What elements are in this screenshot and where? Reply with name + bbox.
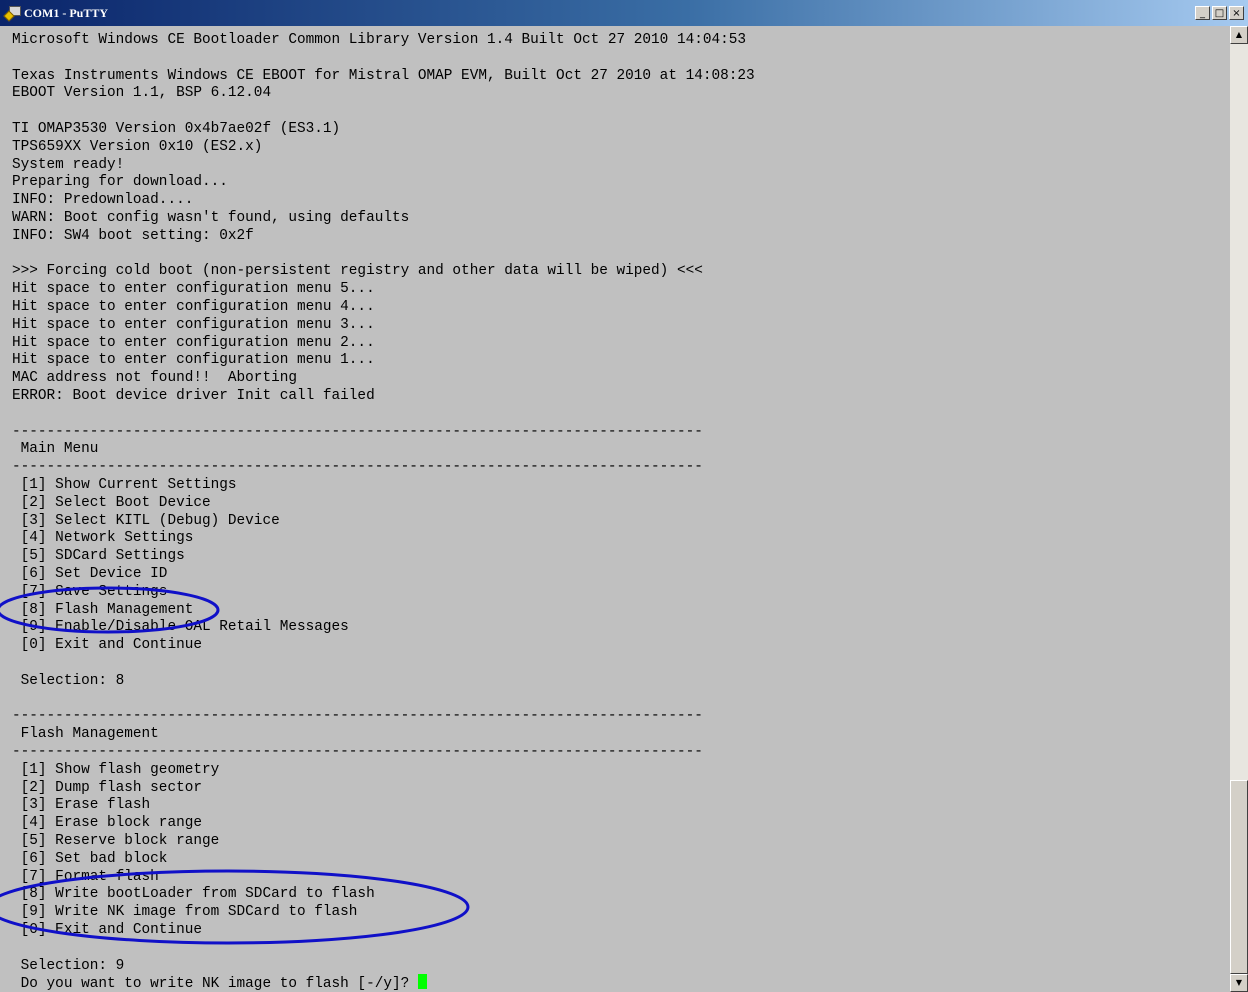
terminal-line: EBOOT Version 1.1, BSP 6.12.04 bbox=[12, 85, 272, 102]
terminal-line: Hit space to enter configuration menu 4.… bbox=[12, 299, 375, 315]
window-title: COM1 - PuTTY bbox=[24, 5, 108, 20]
terminal-line: [4] Network Settings bbox=[12, 530, 194, 547]
terminal-line: ERROR: Boot device driver Init call fail… bbox=[12, 388, 375, 404]
terminal-line: Hit space to enter configuration menu 3.… bbox=[12, 316, 375, 333]
terminal-screen[interactable]: Microsoft Windows CE Bootloader Common L… bbox=[0, 26, 1230, 992]
scrollbar-thumb[interactable] bbox=[1230, 780, 1248, 974]
scroll-down-arrow-icon[interactable]: ▼ bbox=[1230, 974, 1248, 992]
terminal-line: Microsoft Windows CE Bootloader Common L… bbox=[12, 32, 747, 48]
terminal-line: [9] Write NK image from SDCard to flash bbox=[12, 904, 358, 921]
terminal-line: INFO: Predownload.... bbox=[12, 192, 194, 209]
terminal-line: [5] Reserve block range bbox=[12, 833, 220, 849]
terminal-line: [0] Exit and Continue bbox=[12, 922, 202, 938]
terminal-line: [1] Show Current Settings bbox=[12, 477, 237, 493]
terminal-line: [9] Enable/Disable OAL Retail Messages bbox=[12, 619, 349, 636]
close-button[interactable]: × bbox=[1229, 6, 1244, 20]
terminal-line: [1] Show flash geometry bbox=[12, 761, 220, 778]
terminal-line: [8] Flash Management bbox=[12, 601, 194, 618]
terminal-line: Hit space to enter configuration menu 5.… bbox=[12, 281, 375, 298]
terminal-line: [7] Format flash bbox=[12, 868, 159, 885]
minimize-button[interactable]: _ bbox=[1195, 6, 1210, 20]
terminal-line: Preparing for download... bbox=[12, 174, 228, 191]
terminal-line: [3] Select KITL (Debug) Device bbox=[12, 512, 280, 529]
vertical-scrollbar[interactable]: ▲ ▼ bbox=[1230, 26, 1248, 992]
terminal-line: INFO: SW4 boot setting: 0x2f bbox=[12, 227, 254, 244]
terminal-line: System ready! bbox=[12, 156, 125, 173]
terminal-line: TPS659XX Version 0x10 (ES2.x) bbox=[12, 138, 263, 155]
terminal-line: ----------------------------------------… bbox=[12, 744, 703, 760]
terminal-line: ----------------------------------------… bbox=[12, 708, 703, 725]
terminal-line: WARN: Boot config wasn't found, using de… bbox=[12, 210, 410, 226]
maximize-button[interactable]: □ bbox=[1212, 6, 1227, 20]
terminal-line: [6] Set bad block bbox=[12, 850, 168, 867]
terminal-line: MAC address not found!! Aborting bbox=[12, 370, 297, 387]
terminal-line: Selection: 9 bbox=[12, 957, 125, 974]
terminal-line: [4] Erase block range bbox=[12, 815, 202, 832]
terminal-line: [6] Set Device ID bbox=[12, 566, 168, 582]
terminal-line: [2] Dump flash sector bbox=[12, 779, 202, 796]
terminal-line: TI OMAP3530 Version 0x4b7ae02f (ES3.1) bbox=[12, 121, 341, 137]
terminal-line: [7] Save Settings bbox=[12, 583, 168, 600]
scroll-up-arrow-icon[interactable]: ▲ bbox=[1230, 26, 1248, 44]
putty-icon[interactable] bbox=[3, 5, 21, 22]
terminal-line: ----------------------------------------… bbox=[12, 423, 703, 440]
terminal-line: ----------------------------------------… bbox=[12, 459, 703, 476]
terminal-line: Flash Management bbox=[12, 726, 159, 743]
terminal-line: Main Menu bbox=[12, 441, 99, 458]
terminal-line: Do you want to write NK image to flash [… bbox=[12, 974, 427, 992]
terminal-line: [0] Exit and Continue bbox=[12, 637, 202, 654]
terminal-line: >>> Forcing cold boot (non-persistent re… bbox=[12, 263, 703, 280]
terminal-line: Hit space to enter configuration menu 2.… bbox=[12, 334, 375, 351]
terminal-line: [2] Select Boot Device bbox=[12, 494, 211, 511]
terminal-line: [5] SDCard Settings bbox=[12, 548, 185, 565]
terminal-line: Hit space to enter configuration menu 1.… bbox=[12, 352, 375, 369]
terminal-cursor bbox=[417, 974, 427, 990]
terminal-line: Selection: 8 bbox=[12, 672, 125, 689]
terminal-line: [8] Write bootLoader from SDCard to flas… bbox=[12, 886, 375, 903]
terminal-line: [3] Erase flash bbox=[12, 797, 151, 814]
terminal-line: Texas Instruments Windows CE EBOOT for M… bbox=[12, 67, 755, 84]
title-bar[interactable]: COM1 - PuTTY _ □ × bbox=[0, 0, 1248, 26]
